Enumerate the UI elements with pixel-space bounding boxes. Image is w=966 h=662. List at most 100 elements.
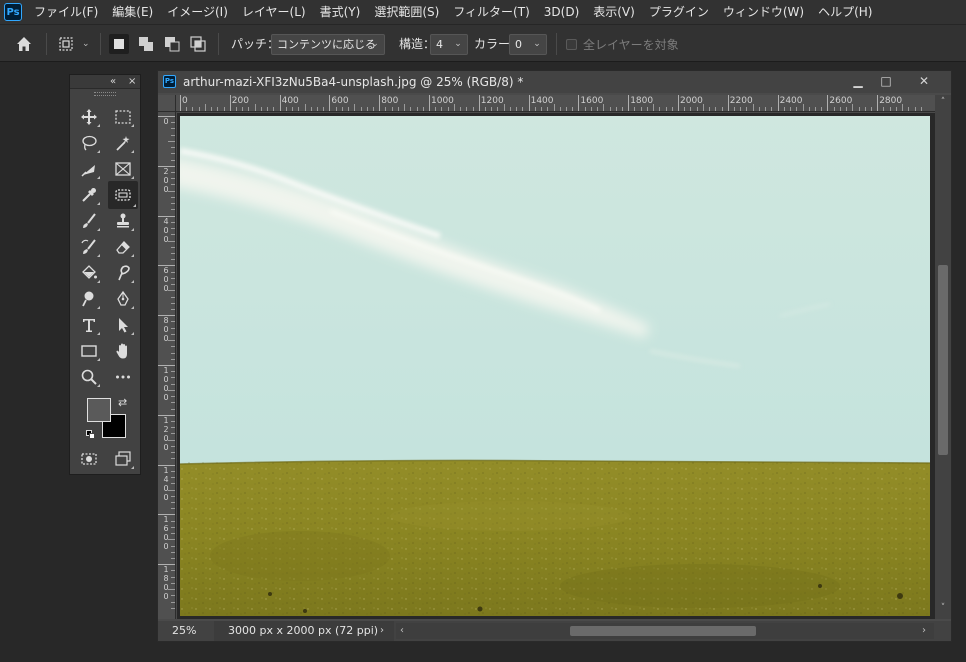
ruler-label-digit: 4 bbox=[163, 474, 169, 484]
ruler-minor-tick bbox=[354, 104, 356, 111]
swap-colors-icon[interactable]: ⇄ bbox=[118, 396, 127, 409]
color-select[interactable]: 0 ⌄ bbox=[509, 34, 547, 55]
move-tool[interactable] bbox=[76, 105, 102, 129]
history-brush-tool[interactable] bbox=[76, 235, 102, 259]
path-selection-icon bbox=[119, 318, 128, 333]
scroll-right-icon[interactable]: › bbox=[922, 623, 926, 639]
default-colors-icon[interactable] bbox=[86, 430, 96, 440]
edit-toolbar-button[interactable] bbox=[110, 365, 136, 389]
lasso-tool[interactable] bbox=[76, 131, 102, 155]
menu-help[interactable]: ヘルプ(H) bbox=[812, 0, 880, 24]
collapse-icon[interactable]: « bbox=[110, 75, 116, 88]
close-icon[interactable]: × bbox=[128, 75, 136, 88]
dodge-tool[interactable] bbox=[76, 287, 102, 311]
ruler-minor-tick bbox=[171, 327, 175, 329]
ruler-minor-tick bbox=[547, 107, 549, 111]
selection-add-button[interactable] bbox=[136, 34, 156, 54]
menu-type[interactable]: 書式(Y) bbox=[314, 0, 369, 24]
ruler-origin[interactable] bbox=[158, 95, 176, 112]
magic-wand-tool[interactable] bbox=[110, 131, 136, 155]
pen-tool[interactable] bbox=[110, 287, 136, 311]
scroll-up-icon[interactable]: ˄ bbox=[935, 97, 951, 107]
ruler-minor-tick bbox=[171, 321, 175, 323]
sample-all-layers-checkbox[interactable]: 全レイヤーを対象 bbox=[566, 25, 679, 63]
menu-view[interactable]: 表示(V) bbox=[587, 0, 643, 24]
brush-icon bbox=[83, 213, 96, 228]
ruler-minor-tick bbox=[572, 107, 574, 111]
tool-preset-picker[interactable]: ⌄ bbox=[56, 25, 90, 63]
horizontal-ruler[interactable]: 0 200 400 600 800 1000 1200 1400 1600 1800 2000 220… bbox=[176, 95, 935, 112]
document-tab[interactable]: Ps arthur-mazi-XFI3zNu5Ba4-unsplash.jpg … bbox=[158, 71, 951, 93]
menu-3d[interactable]: 3D(D) bbox=[538, 0, 587, 24]
path-selection-tool[interactable] bbox=[110, 313, 136, 337]
frame-tool[interactable] bbox=[110, 157, 136, 181]
ruler-minor-tick bbox=[665, 107, 667, 111]
menu-select[interactable]: 選択範囲(S) bbox=[368, 0, 447, 24]
menu-edit[interactable]: 編集(E) bbox=[106, 0, 161, 24]
menu-layer[interactable]: レイヤー(L) bbox=[236, 0, 314, 24]
horizontal-scrollbar[interactable]: ‹ › bbox=[396, 623, 934, 639]
ruler-label: 1800 bbox=[630, 96, 654, 106]
hand-tool[interactable] bbox=[110, 339, 136, 363]
ruler-minor-tick bbox=[734, 107, 736, 111]
ruler-minor-tick bbox=[310, 107, 312, 111]
type-tool[interactable] bbox=[76, 313, 102, 337]
canvas-area[interactable] bbox=[177, 113, 935, 619]
ruler-minor-tick bbox=[204, 104, 206, 111]
scroll-left-icon[interactable]: ‹ bbox=[400, 623, 404, 639]
clone-stamp-icon bbox=[117, 213, 129, 228]
screen-mode-button[interactable] bbox=[110, 447, 136, 471]
tools-panel-grip[interactable] bbox=[70, 89, 140, 97]
minimize-button[interactable]: ▁ bbox=[843, 71, 873, 91]
selection-subtract-button[interactable] bbox=[162, 34, 182, 54]
scroll-down-icon[interactable]: ˅ bbox=[935, 603, 951, 613]
patch-tool[interactable] bbox=[108, 181, 138, 209]
ruler-minor-tick bbox=[914, 107, 916, 111]
ruler-minor-tick bbox=[491, 107, 493, 111]
home-button[interactable] bbox=[14, 25, 34, 63]
close-button[interactable]: ✕ bbox=[909, 71, 939, 91]
ruler-minor-tick bbox=[171, 346, 175, 348]
vertical-scroll-thumb[interactable] bbox=[938, 265, 948, 455]
ruler-minor-tick bbox=[684, 107, 686, 111]
vertical-ruler[interactable]: 020040060080010001200140016001800 bbox=[158, 112, 176, 619]
horizontal-scroll-thumb[interactable] bbox=[570, 626, 756, 636]
menu-plugins[interactable]: プラグイン bbox=[643, 0, 717, 24]
rectangular-marquee-tool[interactable] bbox=[110, 105, 136, 129]
crop-tool[interactable] bbox=[76, 157, 102, 181]
menu-filter[interactable]: フィルター(T) bbox=[447, 0, 537, 24]
eyedropper-tool[interactable] bbox=[76, 183, 102, 207]
menu-image[interactable]: イメージ(I) bbox=[161, 0, 236, 24]
ruler-label: 2800 bbox=[879, 96, 903, 106]
zoom-tool[interactable] bbox=[76, 365, 102, 389]
foreground-color-swatch[interactable] bbox=[87, 398, 111, 422]
ruler-label-digit: 0 bbox=[163, 325, 169, 335]
selection-new-button[interactable] bbox=[109, 34, 129, 54]
eraser-tool[interactable] bbox=[110, 235, 136, 259]
ruler-minor-tick bbox=[895, 107, 897, 111]
lasso-icon bbox=[82, 135, 97, 151]
patch-mode-select[interactable]: コンテンツに応じる ⌄ bbox=[271, 34, 385, 55]
maximize-button[interactable]: □ bbox=[871, 71, 901, 91]
smudge-tool[interactable] bbox=[110, 261, 136, 285]
menu-file[interactable]: ファイル(F) bbox=[28, 0, 106, 24]
zoom-level-field[interactable]: 25% bbox=[158, 621, 210, 641]
ruler-minor-tick bbox=[441, 107, 443, 111]
paint-bucket-tool[interactable] bbox=[76, 261, 102, 285]
info-menu-arrow-icon[interactable]: › bbox=[380, 621, 384, 641]
ruler-minor-tick bbox=[171, 277, 175, 279]
menu-window[interactable]: ウィンドウ(W) bbox=[717, 0, 812, 24]
clone-stamp-tool[interactable] bbox=[110, 209, 136, 233]
vertical-scrollbar[interactable]: ˄ ˅ bbox=[935, 95, 951, 619]
ruler-minor-tick bbox=[690, 107, 692, 111]
ruler-label: 1600 bbox=[580, 96, 604, 106]
ruler-minor-tick bbox=[171, 122, 175, 124]
structure-select[interactable]: 4 ⌄ bbox=[430, 34, 468, 55]
selection-intersect-button[interactable] bbox=[188, 34, 208, 54]
ruler-minor-tick bbox=[171, 427, 175, 429]
rectangle-tool[interactable] bbox=[76, 339, 102, 363]
quick-mask-button[interactable] bbox=[76, 447, 102, 471]
document-image[interactable] bbox=[180, 116, 930, 616]
brush-tool[interactable] bbox=[76, 209, 102, 233]
photoshop-logo-icon: Ps bbox=[4, 3, 22, 21]
